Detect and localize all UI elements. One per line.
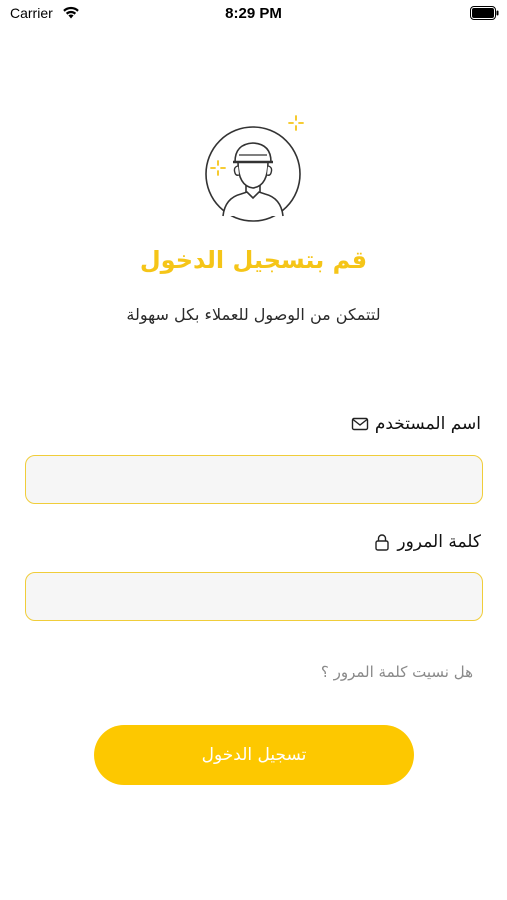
username-label: اسم المستخدم [374,414,481,434]
status-bar: Carrier 8:29 PM [0,0,507,30]
battery-icon [470,6,499,20]
sparkle-icon [210,160,226,176]
username-input[interactable] [25,455,483,504]
envelope-icon [351,417,369,431]
page-subtitle: لتتمكن من الوصول للعملاء بكل سهولة [126,305,381,324]
lock-icon [375,534,390,551]
password-label-row: كلمة المرور [373,532,481,552]
login-button[interactable]: تسجيل الدخول [94,725,414,785]
page-title: قم بتسجيل الدخول [139,246,368,274]
password-label: كلمة المرور [397,532,481,552]
status-time: 8:29 PM [225,5,282,22]
username-label-row: اسم المستخدم [351,414,481,434]
sparkle-icon [288,115,304,131]
forgot-password-link[interactable]: هل نسيت كلمة المرور ؟ [321,663,473,681]
password-input[interactable] [25,572,483,621]
